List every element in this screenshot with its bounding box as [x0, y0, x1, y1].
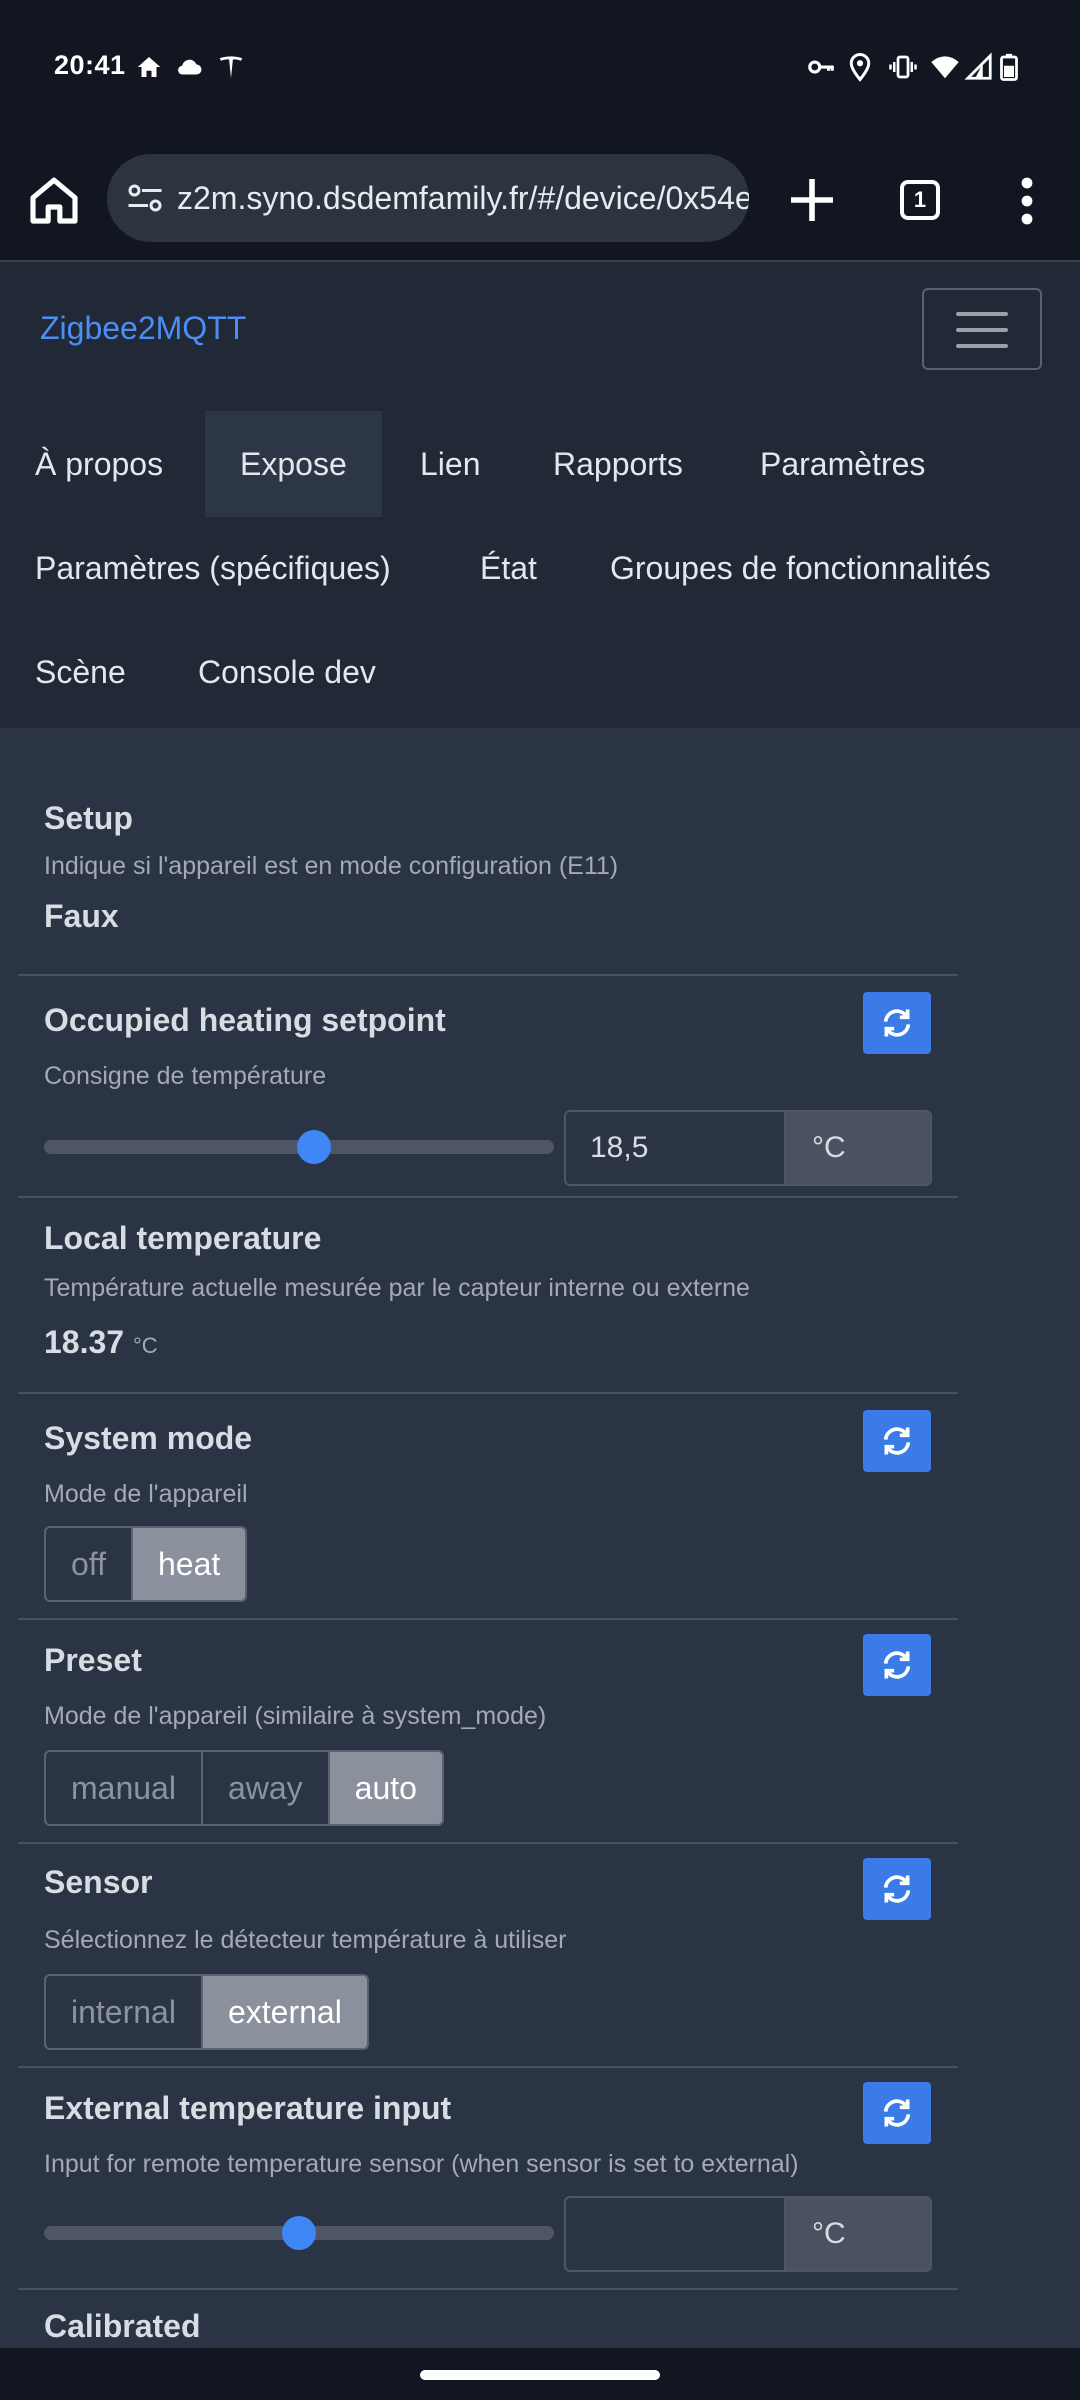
tab-settings[interactable]: Paramètres [725, 411, 960, 517]
system-mode-title: System mode [44, 1420, 253, 1456]
ext-temp-unit: °C [786, 2196, 932, 2272]
ext-temp-slider[interactable] [44, 2216, 554, 2250]
tab-link[interactable]: Lien [385, 411, 516, 517]
heating-slider[interactable] [44, 1130, 554, 1164]
home-icon [137, 57, 161, 77]
section-heating-setpoint: Occupied heating setpoint Consigne de te… [18, 978, 958, 1198]
section-preset: Preset Mode de l'appareil (similaire à s… [18, 1622, 958, 1844]
section-setup: Setup Indique si l'appareil est en mode … [18, 788, 958, 976]
wifi-icon [931, 56, 959, 79]
hamburger-icon [956, 312, 1008, 316]
tab-switcher-button[interactable]: 1 [900, 180, 940, 220]
heating-slider-thumb[interactable] [297, 1130, 332, 1164]
preset-desc: Mode de l'appareil (similaire à system_m… [44, 1702, 547, 1730]
browser-menu-icon[interactable] [1012, 174, 1042, 228]
local-temp-desc: Température actuelle mesurée par le capt… [44, 1274, 750, 1302]
refresh-icon [883, 1875, 911, 1903]
navbar-toggler-button[interactable] [922, 288, 1042, 370]
ext-temp-slider-thumb[interactable] [282, 2216, 316, 2250]
refresh-icon [883, 1651, 911, 1679]
url-text: z2m.syno.dsdemfamily.fr/#/device/0x54e [177, 180, 749, 216]
preset-manual-button[interactable]: manual [46, 1752, 203, 1824]
tab-specific-settings[interactable]: Paramètres (spécifiques) [0, 515, 426, 621]
sensor-external-button[interactable]: external [202, 1976, 367, 2048]
signal-icon [964, 52, 992, 80]
heating-title: Occupied heating setpoint [44, 1002, 446, 1038]
section-local-temperature: Local temperature Température actuelle m… [18, 1200, 958, 1394]
system-mode-off-button[interactable]: off [46, 1528, 133, 1600]
preset-auto-button[interactable]: auto [329, 1752, 442, 1824]
sensor-internal-button[interactable]: internal [46, 1976, 203, 2048]
location-icon [849, 52, 871, 82]
preset-refresh-button[interactable] [863, 1634, 931, 1696]
status-time: 20:41 [54, 50, 126, 80]
heating-refresh-button[interactable] [863, 992, 931, 1054]
ext-temp-desc: Input for remote temperature sensor (whe… [44, 2150, 799, 2178]
system-mode-refresh-button[interactable] [863, 1410, 931, 1472]
browser-home-icon[interactable] [26, 172, 82, 228]
system-mode-buttons: off heat [44, 1526, 248, 1602]
preset-title: Preset [44, 1642, 142, 1678]
new-tab-icon[interactable] [784, 172, 840, 228]
setup-desc: Indique si l'appareil est en mode config… [44, 852, 619, 880]
setup-value: Faux [44, 898, 119, 934]
tab-reports[interactable]: Rapports [518, 411, 718, 517]
ext-temp-title: External temperature input [44, 2090, 452, 2126]
section-system-mode: System mode Mode de l'appareil off heat [18, 1396, 958, 1620]
heating-unit: °C [786, 1110, 932, 1186]
heating-value-input[interactable]: 18,5 [564, 1110, 786, 1186]
key-icon [808, 60, 834, 74]
local-temp-unit: °C [132, 1333, 158, 1358]
refresh-icon [883, 1009, 911, 1037]
sensor-title: Sensor [44, 1864, 153, 1900]
tab-about[interactable]: À propos [0, 411, 198, 517]
section-sensor: Sensor Sélectionnez le détecteur tempéra… [18, 1846, 958, 2068]
preset-away-button[interactable]: away [203, 1752, 330, 1824]
setup-title: Setup [44, 800, 133, 836]
section-calibrated: Calibrated [18, 2292, 958, 2352]
app-navbar: Zigbee2MQTT À propos Expose Lien Rapport… [0, 262, 1080, 728]
sensor-refresh-button[interactable] [863, 1858, 931, 1920]
preset-buttons: manual away auto [44, 1750, 444, 1826]
tesla-icon [219, 56, 243, 79]
site-settings-icon[interactable] [127, 183, 163, 213]
tab-state[interactable]: État [445, 515, 572, 621]
vibrate-icon [889, 55, 917, 79]
expose-content: Setup Indique si l'appareil est en mode … [0, 728, 1080, 2348]
tab-expose[interactable]: Expose [205, 411, 382, 517]
ext-temp-refresh-button[interactable] [863, 2082, 931, 2144]
local-temp-title: Local temperature [44, 1220, 322, 1256]
system-mode-heat-button[interactable]: heat [133, 1528, 246, 1600]
browser-toolbar: z2m.syno.dsdemfamily.fr/#/device/0x54e 1 [0, 140, 1080, 262]
home-gesture-handle[interactable] [420, 2370, 660, 2380]
status-bar: 20:41 [0, 0, 1080, 140]
local-temp-value: 18.37 °C [44, 1324, 158, 1361]
calibrated-title: Calibrated [44, 2308, 201, 2344]
section-external-temperature: External temperature input Input for rem… [18, 2070, 958, 2290]
local-temp-number: 18.37 [44, 1324, 125, 1360]
refresh-icon [883, 1427, 911, 1455]
tab-dev-console[interactable]: Console dev [163, 619, 411, 725]
refresh-icon [883, 2099, 911, 2127]
cloud-icon [178, 59, 202, 75]
tab-scene[interactable]: Scène [0, 619, 161, 725]
heating-desc: Consigne de température [44, 1062, 327, 1090]
sensor-buttons: internal external [44, 1974, 369, 2050]
ext-temp-value-input[interactable] [564, 2196, 786, 2272]
system-mode-desc: Mode de l'appareil [44, 1480, 248, 1508]
url-bar[interactable]: z2m.syno.dsdemfamily.fr/#/device/0x54e [107, 154, 749, 242]
battery-icon [1000, 53, 1018, 81]
brand-link[interactable]: Zigbee2MQTT [40, 310, 246, 347]
tab-feature-groups[interactable]: Groupes de fonctionnalités [575, 515, 1026, 621]
sensor-desc: Sélectionnez le détecteur température à … [44, 1926, 567, 1954]
